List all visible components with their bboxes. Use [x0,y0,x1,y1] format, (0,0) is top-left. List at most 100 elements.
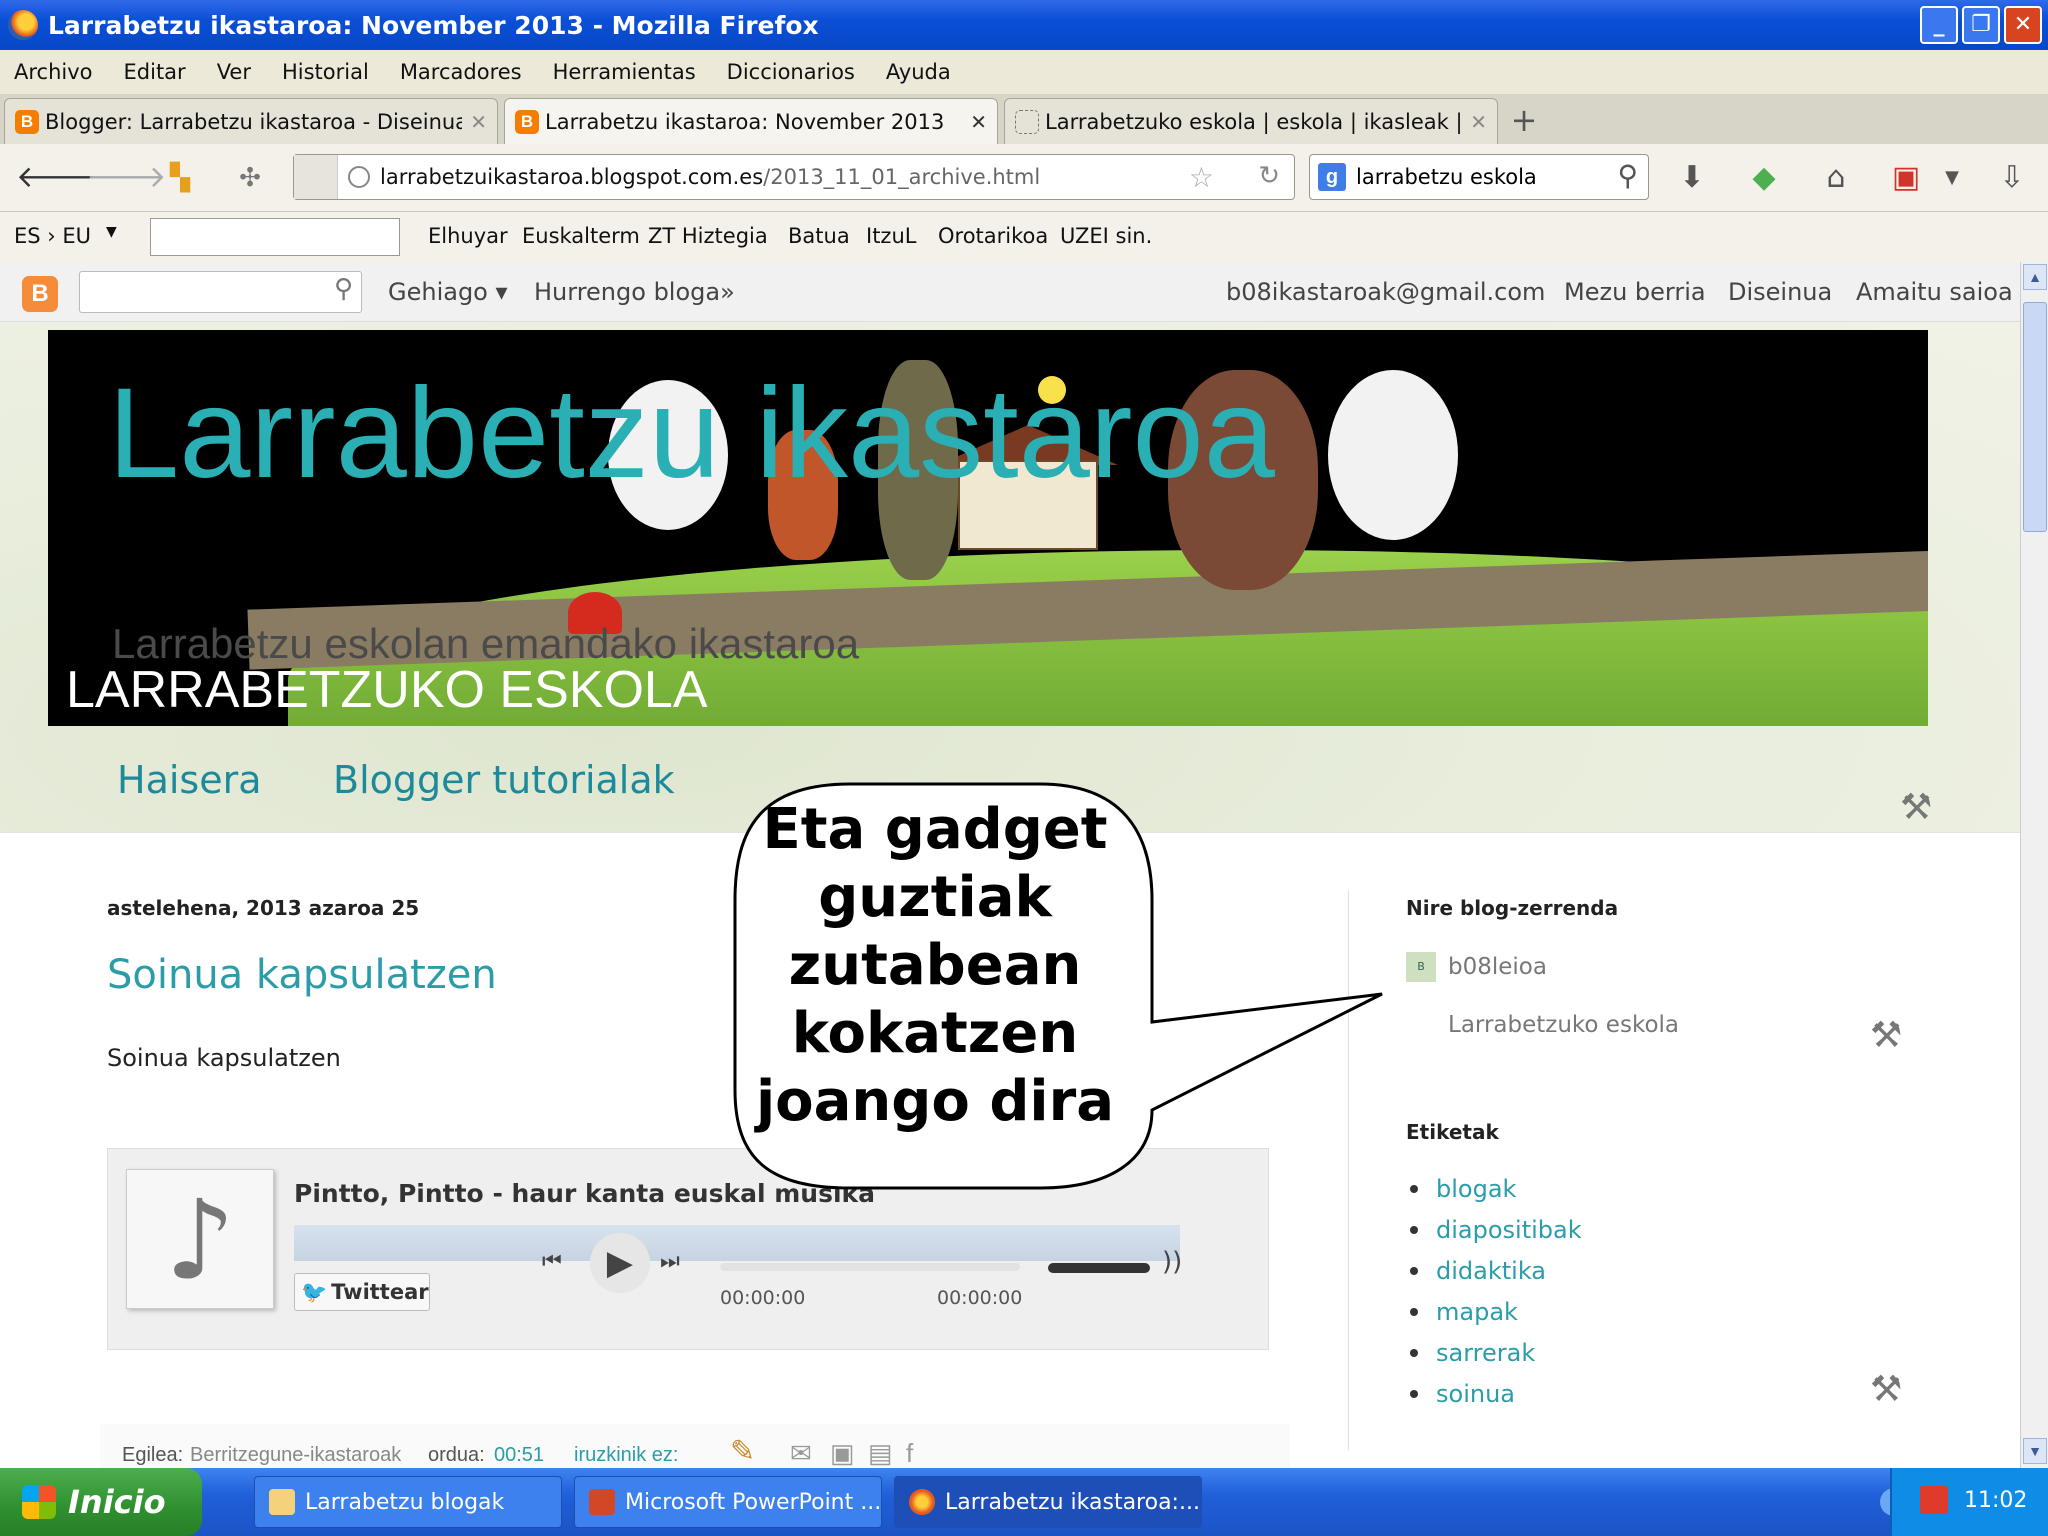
download-icon[interactable]: ⬇ [1672,158,1712,198]
player-bar [294,1225,1180,1261]
new-post-link[interactable]: Mezu berria [1564,278,1706,306]
facebook-share-icon[interactable]: f [906,1438,913,1468]
tray-app-icon[interactable] [1920,1486,1948,1514]
blog-search-input[interactable]: ⚲ [79,271,362,313]
blog-this-icon[interactable]: ▣ [830,1438,855,1468]
search-input[interactable]: larrabetzu eskola [1356,165,1537,189]
label-link-mapak[interactable]: mapak [1410,1291,1582,1332]
dict-link-batua[interactable]: Batua [788,224,850,248]
blog-title[interactable]: Larrabetzu ikastaroa [108,360,1275,507]
play-button[interactable]: ▶ [590,1233,650,1293]
twitter-share-icon[interactable]: ▤ [868,1438,893,1468]
blog-list-item[interactable]: B b08leioa [1406,952,1547,982]
dict-link-itzul[interactable]: ItzuL [866,224,916,248]
tab-larrabetzu-archive[interactable]: B Larrabetzu ikastaroa: November 2013 ✕ [504,98,998,144]
scroll-down-icon[interactable]: ▼ [2023,1438,2047,1464]
previous-track-icon[interactable]: ⏮ [542,1249,562,1274]
progress-slider[interactable] [720,1263,1020,1271]
scroll-thumb[interactable] [2023,302,2047,532]
menu-ver[interactable]: Ver [217,60,251,84]
menu-marcadores[interactable]: Marcadores [400,60,522,84]
dictionary-input[interactable] [150,218,400,256]
blog-list-subtitle[interactable]: Larrabetzuko eskola [1448,1012,1679,1038]
dict-link-elhuyar[interactable]: Elhuyar [428,224,508,248]
forward-icon[interactable]: 🡒 [86,158,166,198]
maximize-button[interactable]: ❐ [1962,6,2000,44]
scroll-up-icon[interactable]: ▲ [2023,264,2047,290]
search-icon[interactable]: ⚲ [1617,159,1638,192]
twitter-share-button[interactable]: 🐦 Twittear [294,1273,430,1311]
comments-link[interactable]: iruzkinik ez: [574,1444,678,1467]
taskbar-item-firefox[interactable]: Larrabetzu ikastaroa:... [894,1476,1202,1528]
sign-out-link[interactable]: Amaitu saioa [1856,278,2013,306]
post-title[interactable]: Soinua kapsulatzen [107,952,497,998]
next-blog-link[interactable]: Hurrengo bloga» [534,278,735,306]
downloads-panel-icon[interactable]: ⇩ [1992,158,2032,198]
tab-close-icon[interactable]: ✕ [470,110,487,134]
label-link-blogak[interactable]: blogak [1410,1168,1582,1209]
menu-dropdown-icon[interactable]: ▼ [1932,158,1972,198]
design-link[interactable]: Diseinua [1728,278,1832,306]
menu-editar[interactable]: Editar [124,60,186,84]
next-track-icon[interactable]: ⏭ [660,1249,680,1274]
taskbar-item-powerpoint[interactable]: Microsoft PowerPoint ... [574,1476,882,1528]
new-tab-button[interactable]: + [1503,100,1545,142]
back-icon[interactable]: 🡐 [16,158,96,198]
blog-list-heading: Nire blog-zerrenda [1406,896,1619,920]
label-link-diapositibak[interactable]: diapositibak [1410,1209,1582,1250]
search-icon[interactable]: ⚲ [334,274,353,304]
tab-blogger-design[interactable]: B Blogger: Larrabetzu ikastaroa - Disein… [4,98,498,144]
url-bar[interactable]: larrabetzuikastaroa.blogspot.com.es/2013… [293,154,1295,200]
edit-wrench-icon[interactable]: ⚒ [1870,1368,1902,1410]
dict-link-uzei[interactable]: UZEI sin. [1060,224,1152,248]
edit-pencil-icon[interactable]: ✎ [730,1434,755,1468]
post-time-link[interactable]: 00:51 [494,1444,544,1467]
search-bar[interactable]: g larrabetzu eskola ⚲ [1309,154,1649,200]
tab-close-icon[interactable]: ✕ [970,110,987,134]
label-link-sarrerak[interactable]: sarrerak [1410,1332,1582,1373]
blogger-logo-icon[interactable]: B [22,276,58,312]
home-icon[interactable]: ⌂ [1816,158,1856,198]
twitter-label: Twittear [331,1280,429,1304]
start-button[interactable]: Inicio [0,1468,202,1536]
search-engine-icon[interactable]: g [1318,163,1346,191]
reload-icon[interactable]: ↻ [1258,161,1280,191]
email-share-icon[interactable]: ✉ [790,1438,812,1468]
menu-archivo[interactable]: Archivo [14,60,93,84]
site-identity-button[interactable] [294,155,338,199]
bookmark-star-icon[interactable]: ☆ [1189,161,1214,194]
menu-herramientas[interactable]: Herramientas [553,60,696,84]
blog-list-name[interactable]: b08leioa [1448,954,1547,980]
author-link[interactable]: Berritzegune-ikastaroak [190,1444,401,1467]
tab-close-icon[interactable]: ✕ [1470,110,1487,134]
dict-link-orotarikoa[interactable]: Orotarikoa [938,224,1048,248]
dict-link-zt-hiztegia[interactable]: ZT Hiztegia [648,224,768,248]
menu-historial[interactable]: Historial [282,60,369,84]
minimize-button[interactable]: _ [1920,6,1958,44]
label-link-didaktika[interactable]: didaktika [1410,1250,1582,1291]
addons-icon[interactable]: ✣ [230,158,270,198]
dict-link-euskalterm[interactable]: Euskalterm [522,224,640,248]
more-menu[interactable]: Gehiago ▾ [388,278,508,306]
start-label: Inicio [68,1483,166,1521]
apps-icon[interactable]: ▚ [160,158,200,198]
blog-header-image[interactable]: Larrabetzu ikastaroa Larrabetzu eskolan … [48,330,1928,726]
volume-icon[interactable]: )) [1162,1247,1182,1277]
pdf-icon[interactable]: ▣ [1886,158,1926,198]
page-tab-home[interactable]: Haisera [117,758,262,802]
volume-slider[interactable] [1048,1263,1150,1273]
menu-diccionarios[interactable]: Diccionarios [727,60,855,84]
page-tab-blogger-tutorials[interactable]: Blogger tutorialak [333,758,675,802]
feed-icon[interactable]: ◆ [1744,158,1784,198]
dictionary-toolbar: ES › EU ▼ Elhuyar Euskalterm ZT Hiztegia… [0,212,2048,262]
language-selector[interactable]: ES › EU [14,224,91,248]
chevron-down-icon[interactable]: ▼ [106,224,117,240]
vertical-scrollbar[interactable]: ▲ ▼ [2020,262,2048,1468]
edit-wrench-icon[interactable]: ⚒ [1870,1014,1902,1056]
menu-ayuda[interactable]: Ayuda [886,60,951,84]
taskbar-item-folder[interactable]: Larrabetzu blogak [254,1476,562,1528]
close-button[interactable]: ✕ [2004,6,2042,44]
label-link-soinua[interactable]: soinua [1410,1373,1582,1414]
edit-wrench-icon[interactable]: ⚒ [1900,786,1932,828]
tab-larrabetzuko-eskola[interactable]: Larrabetzuko eskola | eskola | ikasleak … [1004,98,1498,144]
